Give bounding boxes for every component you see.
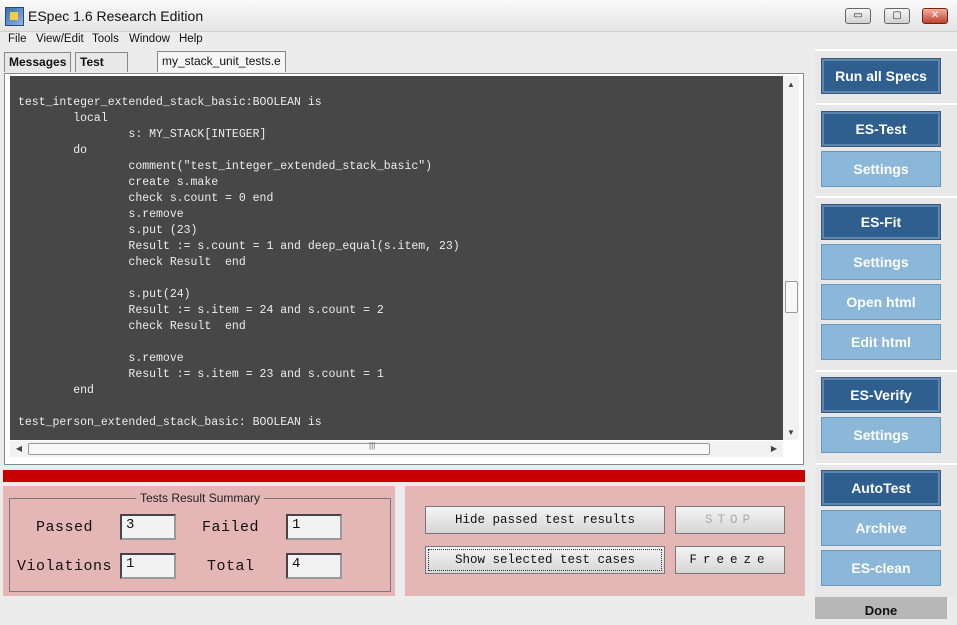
bottom-strip bbox=[3, 597, 805, 617]
test-progress-bar bbox=[3, 470, 805, 482]
summary-fieldset: Tests Result Summary Passed 3 Failed 1 V… bbox=[9, 491, 391, 592]
test-actions-panel: Hide passed test results STOP Show selec… bbox=[405, 486, 805, 596]
failed-count-field: 1 bbox=[286, 514, 342, 540]
minimize-icon[interactable]: ▭ bbox=[845, 8, 871, 24]
scroll-right-icon[interactable]: ▶ bbox=[767, 441, 781, 457]
es-clean-button[interactable]: ES-clean bbox=[821, 550, 941, 586]
hide-passed-button[interactable]: Hide passed test results bbox=[425, 506, 665, 534]
maximize-icon[interactable]: ▢ bbox=[884, 8, 910, 24]
tab-messages[interactable]: Messages bbox=[4, 52, 72, 72]
scroll-left-icon[interactable]: ◀ bbox=[12, 441, 26, 457]
stop-button[interactable]: STOP bbox=[675, 506, 785, 534]
es-verify-settings-button[interactable]: Settings bbox=[821, 417, 941, 453]
tab-source-file[interactable]: my_stack_unit_tests.e bbox=[157, 51, 286, 72]
menu-tools[interactable]: Tools bbox=[92, 33, 119, 45]
tool-sidebar: Run all Specs ES-Test Settings ES-Fit Se… bbox=[815, 49, 957, 619]
passed-count-field: 3 bbox=[120, 514, 176, 540]
code-text[interactable]: test_integer_extended_stack_basic:BOOLEA… bbox=[18, 95, 460, 431]
violations-count-field: 1 bbox=[120, 553, 176, 579]
violations-label: Violations bbox=[17, 558, 113, 575]
menu-window[interactable]: Window bbox=[129, 33, 170, 45]
window-title: ESpec 1.6 Research Edition bbox=[28, 8, 204, 24]
close-icon[interactable]: ✕ bbox=[922, 8, 948, 24]
summary-title: Tests Result Summary bbox=[136, 491, 265, 505]
app-icon bbox=[5, 7, 24, 26]
es-verify-button[interactable]: ES-Verify bbox=[821, 377, 941, 413]
code-editor[interactable]: test_integer_extended_stack_basic:BOOLEA… bbox=[10, 76, 783, 440]
editor-frame: test_integer_extended_stack_basic:BOOLEA… bbox=[4, 73, 804, 465]
vertical-scrollbar[interactable]: ▲ ▼ bbox=[783, 76, 799, 440]
scroll-down-icon[interactable]: ▼ bbox=[783, 426, 799, 440]
failed-label: Failed bbox=[202, 519, 260, 536]
es-fit-settings-button[interactable]: Settings bbox=[821, 244, 941, 280]
utilities-group: AutoTest Archive ES-clean bbox=[815, 463, 957, 597]
menu-bar: File View/Edit Tools Window Help bbox=[0, 31, 815, 51]
freeze-button[interactable]: Freeze bbox=[675, 546, 785, 574]
es-verify-group: ES-Verify Settings bbox=[815, 370, 957, 463]
autotest-button[interactable]: AutoTest bbox=[821, 470, 941, 506]
total-label: Total bbox=[207, 558, 255, 575]
menu-view-edit[interactable]: View/Edit bbox=[36, 33, 84, 45]
edit-html-button[interactable]: Edit html bbox=[821, 324, 941, 360]
passed-label: Passed bbox=[36, 519, 94, 536]
horizontal-scroll-thumb[interactable]: ||| bbox=[28, 441, 710, 455]
tests-result-summary-panel: Tests Result Summary Passed 3 Failed 1 V… bbox=[3, 486, 395, 596]
open-html-button[interactable]: Open html bbox=[821, 284, 941, 320]
es-test-group: ES-Test Settings bbox=[815, 103, 957, 196]
run-all-specs-button[interactable]: Run all Specs bbox=[821, 58, 941, 94]
menu-file[interactable]: File bbox=[8, 33, 27, 45]
status-label: Done bbox=[815, 597, 947, 619]
scroll-up-icon[interactable]: ▲ bbox=[783, 78, 799, 92]
vertical-scroll-thumb[interactable] bbox=[785, 281, 798, 313]
es-test-button[interactable]: ES-Test bbox=[821, 111, 941, 147]
horizontal-scrollbar[interactable]: ◀ ||| ▶ bbox=[10, 441, 783, 457]
title-bar: ESpec 1.6 Research Edition ▭ ▢ ✕ bbox=[0, 0, 957, 32]
show-selected-button[interactable]: Show selected test cases bbox=[425, 546, 665, 574]
archive-button[interactable]: Archive bbox=[821, 510, 941, 546]
total-count-field: 4 bbox=[286, 553, 342, 579]
es-fit-button[interactable]: ES-Fit bbox=[821, 204, 941, 240]
tab-test-results[interactable]: Test Results bbox=[75, 52, 129, 88]
es-test-settings-button[interactable]: Settings bbox=[821, 151, 941, 187]
menu-help[interactable]: Help bbox=[179, 33, 203, 45]
es-fit-group: ES-Fit Settings Open html Edit html bbox=[815, 196, 957, 370]
run-group: Run all Specs bbox=[815, 49, 957, 103]
